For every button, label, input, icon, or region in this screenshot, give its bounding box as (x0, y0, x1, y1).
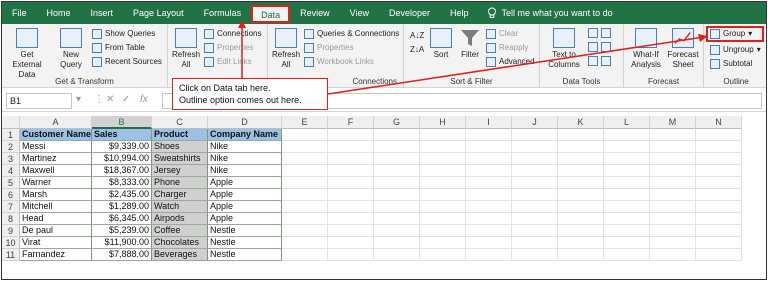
arrow-head-outline (698, 34, 708, 42)
annotation-arrows (238, 20, 708, 95)
arrow-head-data-tab (238, 20, 246, 28)
excel-window: File Home Insert Page Layout Formulas Da… (1, 1, 767, 280)
arrow-to-outline (327, 36, 705, 95)
